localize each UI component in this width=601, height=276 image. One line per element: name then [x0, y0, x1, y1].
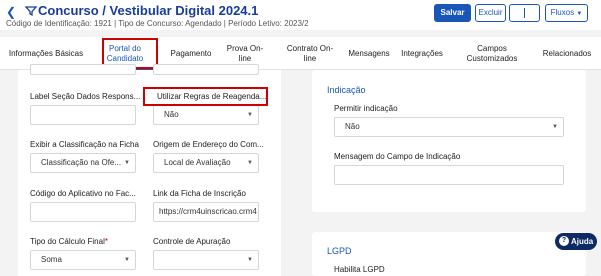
- tipo-calculo-select[interactable]: Soma ▼: [30, 250, 136, 270]
- chevron-down-icon: ▼: [247, 112, 253, 118]
- flows-dropdown-button[interactable]: Fluxos ▼: [545, 4, 588, 22]
- field-label-text: Tipo do Cálculo Final: [30, 237, 105, 246]
- chevron-left-icon[interactable]: ❮: [6, 5, 16, 19]
- partial-field[interactable]: [30, 64, 136, 75]
- tab-contrato-online[interactable]: Contrato On-line: [282, 37, 338, 70]
- field-label: Label Seção Dados Respons...: [30, 92, 141, 101]
- tab-label: Integrações: [401, 48, 443, 58]
- field-label: Permitir indicação: [334, 104, 398, 113]
- delete-button[interactable]: Excluir: [475, 4, 506, 22]
- field-label: Exibir a Classificação na Ficha: [30, 140, 139, 149]
- lgpd-panel: LGPD Habilita LGPD: [312, 232, 586, 276]
- flows-label: Fluxos: [550, 8, 575, 17]
- save-button[interactable]: Salvar: [434, 4, 471, 22]
- field-label: Mensagem do Campo de Indicação: [334, 152, 461, 161]
- help-icon: ?: [559, 236, 569, 246]
- tab-mensagens[interactable]: Mensagens: [345, 37, 393, 70]
- field-label: Origem de Endereço do Com...: [153, 140, 264, 149]
- tab-label: Pagamento: [170, 48, 212, 58]
- origem-endereco-select[interactable]: Local de Avaliação ▼: [153, 153, 259, 173]
- help-label: Ajuda: [571, 237, 594, 246]
- tab-campos-customizados[interactable]: Campos Customizados: [460, 37, 524, 70]
- divider: [524, 8, 525, 18]
- mensagem-indicacao-input[interactable]: [334, 165, 564, 185]
- filter-icon: [25, 6, 37, 17]
- regras-reagendamento-select[interactable]: Não ▼: [153, 105, 259, 125]
- section-title: LGPD: [327, 246, 352, 256]
- more-actions-button[interactable]: [509, 4, 540, 22]
- chevron-down-icon: ▼: [124, 160, 130, 166]
- select-value: Local de Avaliação: [164, 158, 231, 167]
- page-title: Concurso / Vestibular Digital 2024.1: [38, 3, 258, 18]
- tab-label: Mensagens: [348, 48, 390, 58]
- tab-label: Campos Customizados: [466, 43, 518, 63]
- link-ficha-input[interactable]: https://crm4uinscricao.crm4: [153, 202, 259, 222]
- select-value: Soma: [41, 255, 62, 264]
- page-title-suffix: / Vestibular Digital 2024.1: [102, 3, 259, 18]
- field-label: Código do Aplicativo no Fac...: [30, 189, 136, 198]
- controle-apuracao-select[interactable]: ▼: [153, 250, 259, 270]
- exibir-classificacao-select[interactable]: Classificação na Ofe... ▼: [30, 153, 136, 173]
- tab-label: Relacionados: [542, 48, 592, 58]
- select-value: Classificação na Ofe...: [41, 158, 122, 167]
- select-value: Não: [345, 122, 360, 131]
- chevron-down-icon: ▼: [124, 257, 130, 263]
- field-label: Controle de Apuração: [153, 237, 231, 246]
- field-label: Habilita LGPD: [334, 265, 385, 274]
- chevron-down-icon: ▼: [247, 257, 253, 263]
- permitir-indicacao-select[interactable]: Não ▼: [334, 117, 564, 137]
- select-value: Não: [164, 110, 179, 119]
- tab-relacionados[interactable]: Relacionados: [538, 37, 596, 70]
- chevron-down-icon: ▼: [247, 160, 253, 166]
- chevron-down-icon: ▼: [576, 11, 583, 17]
- section-title: Indicação: [327, 85, 366, 95]
- page-header: ❮ Concurso / Vestibular Digital 2024.1 C…: [0, 0, 601, 30]
- tab-integracoes[interactable]: Integrações: [397, 37, 447, 70]
- field-label: Link da Ficha de Inscrição: [153, 189, 246, 198]
- page-subtitle: Código de Identificação: 1921 | Tipo de …: [6, 19, 309, 28]
- partial-field[interactable]: [153, 64, 259, 75]
- tab-label: Informações Básicas: [8, 48, 84, 58]
- page-title-main: Concurso: [38, 3, 99, 18]
- field-label: Utilizar Regras de Reagenda...: [157, 92, 267, 101]
- tab-label: Contrato On-line: [286, 43, 334, 63]
- portal-form-panel: Label Seção Dados Respons... Utilizar Re…: [18, 64, 281, 276]
- field-label: Tipo do Cálculo Final*: [30, 237, 108, 246]
- codigo-aplicativo-input[interactable]: [30, 202, 136, 222]
- required-marker: *: [104, 237, 108, 246]
- tab-label: Portal do Candidato: [106, 43, 144, 63]
- label-secao-input[interactable]: [30, 105, 136, 125]
- indicacao-panel: Indicação Permitir indicação Não ▼ Mensa…: [312, 70, 586, 212]
- help-button[interactable]: ? Ajuda: [555, 233, 597, 250]
- chevron-down-icon: ▼: [552, 124, 558, 130]
- tab-label: Prova On-line: [226, 43, 264, 63]
